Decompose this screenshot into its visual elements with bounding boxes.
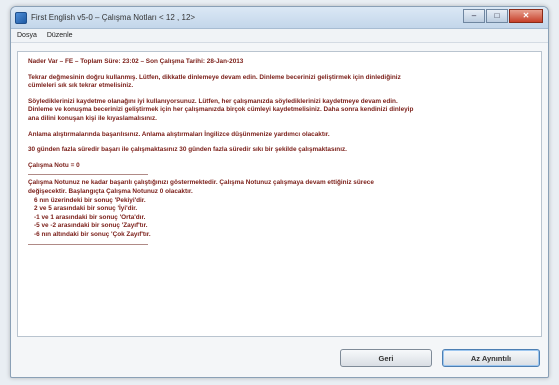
paragraph-record-2: Dinleme ve konuşma becerinizi geliştirme…: [28, 106, 414, 114]
paragraph-streak: 30 günden fazla süredir başarı ile çalış…: [28, 146, 347, 154]
menu-item-dosya[interactable]: Dosya: [17, 32, 37, 39]
back-button[interactable]: Geri: [340, 349, 432, 367]
scale-item-orta: -1 ve 1 arasındaki bir sonuç 'Orta'dır.: [34, 213, 146, 221]
minimize-icon[interactable]: –: [463, 9, 485, 23]
scale-item-pekiyi: 6 nın üzerindeki bir sonuç 'Pekiyi'dir.: [34, 196, 146, 204]
study-notes-panel: Nader Var – FE – Toplam Süre: 23:02 – So…: [17, 51, 542, 337]
title-bar[interactable]: First English v5-0 – Çalışma Notları < 1…: [11, 7, 548, 29]
less-detail-button[interactable]: Az Aynıntılı: [442, 349, 540, 367]
close-icon[interactable]: ✕: [509, 9, 543, 23]
paragraph-record-3: ana dilini konuşan kişi ile kıyaslamalıs…: [28, 114, 157, 122]
button-row: Geri Az Aynıntılı: [340, 349, 540, 367]
study-note-value: Çalışma Notu = 0: [28, 161, 80, 169]
scale-item-cok-zayif: -6 nın altındaki bir sonuç 'Çok Zayıf'tı…: [34, 230, 151, 238]
paragraph-note-info-2: değişecektir. Başlangıçta Çalışma Notunu…: [28, 187, 193, 195]
paragraph-repeat-1: Tekrar değmesinin doğru kullanmış. Lütfe…: [28, 73, 401, 81]
maximize-icon[interactable]: □: [486, 9, 508, 23]
paragraph-record-1: Söylediklerinizi kaydetme olanağını iyi …: [28, 97, 398, 105]
scale-item-zayif: -5 ve -2 arasındaki bir sonuç 'Zayıf'tır…: [34, 222, 148, 230]
paragraph-comprehension: Anlama alıştırmalarında başarılısınız. A…: [28, 130, 330, 138]
paragraph-repeat-2: cümleleri sık sık tekrar etmelisiniz.: [28, 82, 134, 90]
paragraph-note-info-1: Çalışma Notunuz ne kadar başarılı çalışt…: [28, 179, 374, 187]
divider-bottom: [28, 243, 148, 245]
menu-bar: Dosya Düzenle: [11, 29, 548, 43]
summary-header: Nader Var – FE – Toplam Süre: 23:02 – So…: [28, 58, 244, 65]
app-window: First English v5-0 – Çalışma Notları < 1…: [10, 6, 549, 378]
menu-item-duzenle[interactable]: Düzenle: [47, 32, 73, 39]
window-controls: – □ ✕: [463, 9, 543, 23]
app-icon: [15, 11, 27, 24]
window-title: First English v5-0 – Çalışma Notları < 1…: [31, 13, 196, 22]
scale-item-iyi: 2 ve 5 arasındaki bir sonuç 'İyi'dir.: [34, 205, 138, 213]
divider-top: [28, 174, 148, 176]
